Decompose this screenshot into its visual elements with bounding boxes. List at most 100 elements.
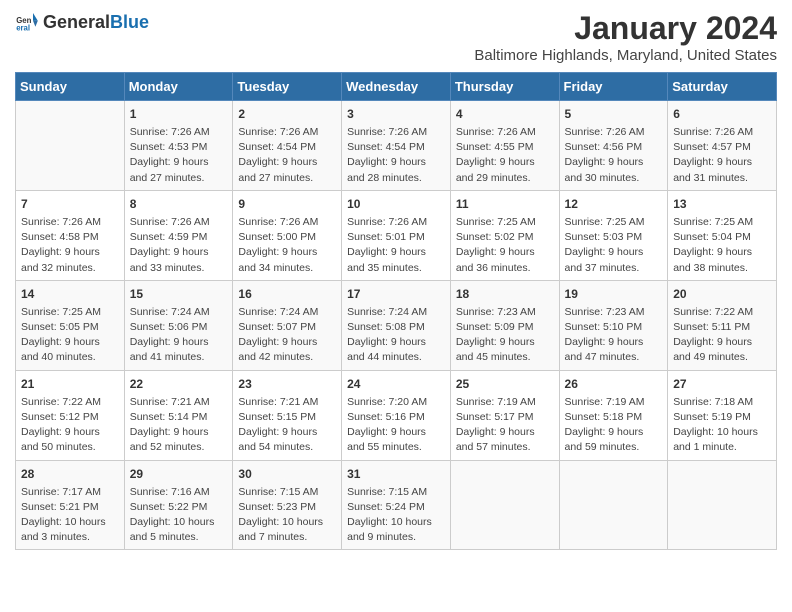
date-number: 6: [673, 105, 771, 123]
date-number: 30: [238, 465, 336, 483]
date-number: 25: [456, 375, 554, 393]
cell-content: Sunrise: 7:24 AM Sunset: 5:07 PM Dayligh…: [238, 305, 336, 366]
calendar-cell: 24 Sunrise: 7:20 AM Sunset: 5:16 PM Dayli…: [342, 370, 451, 460]
cell-content: Sunrise: 7:26 AM Sunset: 4:53 PM Dayligh…: [130, 125, 228, 186]
cell-content: Sunrise: 7:26 AM Sunset: 5:00 PM Dayligh…: [238, 215, 336, 276]
week-row-3: 14 Sunrise: 7:25 AM Sunset: 5:05 PM Dayli…: [16, 280, 777, 370]
calendar-cell: 4 Sunrise: 7:26 AM Sunset: 4:55 PM Daylig…: [450, 101, 559, 191]
calendar-cell: 13 Sunrise: 7:25 AM Sunset: 5:04 PM Dayli…: [668, 190, 777, 280]
date-number: 15: [130, 285, 228, 303]
calendar-cell: 17 Sunrise: 7:24 AM Sunset: 5:08 PM Dayli…: [342, 280, 451, 370]
cell-content: Sunrise: 7:17 AM Sunset: 5:21 PM Dayligh…: [21, 485, 119, 546]
calendar-cell: 27 Sunrise: 7:18 AM Sunset: 5:19 PM Dayli…: [668, 370, 777, 460]
date-number: 14: [21, 285, 119, 303]
calendar-cell: 7 Sunrise: 7:26 AM Sunset: 4:58 PM Daylig…: [16, 190, 125, 280]
calendar-cell: 23 Sunrise: 7:21 AM Sunset: 5:15 PM Dayli…: [233, 370, 342, 460]
cell-content: Sunrise: 7:24 AM Sunset: 5:08 PM Dayligh…: [347, 305, 445, 366]
date-number: 28: [21, 465, 119, 483]
date-number: 4: [456, 105, 554, 123]
calendar-cell: [559, 460, 668, 550]
cell-content: Sunrise: 7:26 AM Sunset: 4:56 PM Dayligh…: [565, 125, 663, 186]
week-row-5: 28 Sunrise: 7:17 AM Sunset: 5:21 PM Dayli…: [16, 460, 777, 550]
cell-content: Sunrise: 7:26 AM Sunset: 4:55 PM Dayligh…: [456, 125, 554, 186]
header-day-tuesday: Tuesday: [233, 73, 342, 101]
cell-content: Sunrise: 7:21 AM Sunset: 5:15 PM Dayligh…: [238, 395, 336, 456]
date-number: 3: [347, 105, 445, 123]
calendar-cell: 6 Sunrise: 7:26 AM Sunset: 4:57 PM Daylig…: [668, 101, 777, 191]
date-number: 26: [565, 375, 663, 393]
date-number: 21: [21, 375, 119, 393]
cell-content: Sunrise: 7:26 AM Sunset: 4:59 PM Dayligh…: [130, 215, 228, 276]
date-number: 22: [130, 375, 228, 393]
cell-content: Sunrise: 7:25 AM Sunset: 5:03 PM Dayligh…: [565, 215, 663, 276]
date-number: 5: [565, 105, 663, 123]
date-number: 18: [456, 285, 554, 303]
cell-content: Sunrise: 7:26 AM Sunset: 4:54 PM Dayligh…: [347, 125, 445, 186]
calendar-cell: 30 Sunrise: 7:15 AM Sunset: 5:23 PM Dayli…: [233, 460, 342, 550]
header: Gen eral GeneralBlue January 2024 Baltim…: [15, 10, 777, 64]
header-day-saturday: Saturday: [668, 73, 777, 101]
calendar-table: SundayMondayTuesdayWednesdayThursdayFrid…: [15, 72, 777, 550]
cell-content: Sunrise: 7:25 AM Sunset: 5:02 PM Dayligh…: [456, 215, 554, 276]
header-day-wednesday: Wednesday: [342, 73, 451, 101]
cell-content: Sunrise: 7:25 AM Sunset: 5:05 PM Dayligh…: [21, 305, 119, 366]
cell-content: Sunrise: 7:19 AM Sunset: 5:18 PM Dayligh…: [565, 395, 663, 456]
date-number: 9: [238, 195, 336, 213]
cell-content: Sunrise: 7:26 AM Sunset: 5:01 PM Dayligh…: [347, 215, 445, 276]
calendar-cell: 19 Sunrise: 7:23 AM Sunset: 5:10 PM Dayli…: [559, 280, 668, 370]
calendar-cell: 5 Sunrise: 7:26 AM Sunset: 4:56 PM Daylig…: [559, 101, 668, 191]
cell-content: Sunrise: 7:20 AM Sunset: 5:16 PM Dayligh…: [347, 395, 445, 456]
date-number: 12: [565, 195, 663, 213]
cell-content: Sunrise: 7:23 AM Sunset: 5:09 PM Dayligh…: [456, 305, 554, 366]
logo-general: General: [43, 12, 110, 33]
cell-content: Sunrise: 7:26 AM Sunset: 4:57 PM Dayligh…: [673, 125, 771, 186]
date-number: 19: [565, 285, 663, 303]
calendar-cell: 15 Sunrise: 7:24 AM Sunset: 5:06 PM Dayli…: [124, 280, 233, 370]
main-title: January 2024: [474, 10, 777, 47]
calendar-cell: 25Sunrise: 7:19 AM Sunset: 5:17 PM Dayli…: [450, 370, 559, 460]
date-number: 11: [456, 195, 554, 213]
calendar-cell: 10 Sunrise: 7:26 AM Sunset: 5:01 PM Dayli…: [342, 190, 451, 280]
title-area: January 2024 Baltimore Highlands, Maryla…: [474, 10, 777, 64]
calendar-cell: 3 Sunrise: 7:26 AM Sunset: 4:54 PM Daylig…: [342, 101, 451, 191]
cell-content: Sunrise: 7:15 AM Sunset: 5:23 PM Dayligh…: [238, 485, 336, 546]
calendar-cell: 1Sunrise: 7:26 AM Sunset: 4:53 PM Daylig…: [124, 101, 233, 191]
calendar-cell: 21Sunrise: 7:22 AM Sunset: 5:12 PM Dayli…: [16, 370, 125, 460]
sub-title: Baltimore Highlands, Maryland, United St…: [474, 47, 777, 64]
cell-content: Sunrise: 7:24 AM Sunset: 5:06 PM Dayligh…: [130, 305, 228, 366]
date-number: 8: [130, 195, 228, 213]
calendar-cell: 14 Sunrise: 7:25 AM Sunset: 5:05 PM Dayli…: [16, 280, 125, 370]
date-number: 10: [347, 195, 445, 213]
calendar-cell: 11 Sunrise: 7:25 AM Sunset: 5:02 PM Dayli…: [450, 190, 559, 280]
cell-content: Sunrise: 7:23 AM Sunset: 5:10 PM Dayligh…: [565, 305, 663, 366]
date-number: 16: [238, 285, 336, 303]
calendar-cell: 31Sunrise: 7:15 AM Sunset: 5:24 PM Dayli…: [342, 460, 451, 550]
logo: Gen eral GeneralBlue: [15, 10, 149, 34]
calendar-body: 1Sunrise: 7:26 AM Sunset: 4:53 PM Daylig…: [16, 101, 777, 550]
date-number: 2: [238, 105, 336, 123]
cell-content: Sunrise: 7:26 AM Sunset: 4:58 PM Dayligh…: [21, 215, 119, 276]
svg-text:eral: eral: [16, 23, 30, 32]
calendar-cell: 8 Sunrise: 7:26 AM Sunset: 4:59 PM Daylig…: [124, 190, 233, 280]
date-number: 27: [673, 375, 771, 393]
cell-content: Sunrise: 7:16 AM Sunset: 5:22 PM Dayligh…: [130, 485, 228, 546]
week-row-1: 1Sunrise: 7:26 AM Sunset: 4:53 PM Daylig…: [16, 101, 777, 191]
date-number: 13: [673, 195, 771, 213]
logo-blue: Blue: [110, 12, 149, 33]
calendar-cell: [450, 460, 559, 550]
cell-content: Sunrise: 7:25 AM Sunset: 5:04 PM Dayligh…: [673, 215, 771, 276]
week-row-4: 21Sunrise: 7:22 AM Sunset: 5:12 PM Dayli…: [16, 370, 777, 460]
date-number: 23: [238, 375, 336, 393]
cell-content: Sunrise: 7:18 AM Sunset: 5:19 PM Dayligh…: [673, 395, 771, 456]
calendar-header: SundayMondayTuesdayWednesdayThursdayFrid…: [16, 73, 777, 101]
cell-content: Sunrise: 7:22 AM Sunset: 5:11 PM Dayligh…: [673, 305, 771, 366]
date-number: 20: [673, 285, 771, 303]
calendar-cell: 22Sunrise: 7:21 AM Sunset: 5:14 PM Dayli…: [124, 370, 233, 460]
cell-content: Sunrise: 7:26 AM Sunset: 4:54 PM Dayligh…: [238, 125, 336, 186]
date-number: 24: [347, 375, 445, 393]
date-number: 7: [21, 195, 119, 213]
date-number: 17: [347, 285, 445, 303]
calendar-cell: 2 Sunrise: 7:26 AM Sunset: 4:54 PM Daylig…: [233, 101, 342, 191]
calendar-cell: [668, 460, 777, 550]
calendar-cell: 16 Sunrise: 7:24 AM Sunset: 5:07 PM Dayli…: [233, 280, 342, 370]
